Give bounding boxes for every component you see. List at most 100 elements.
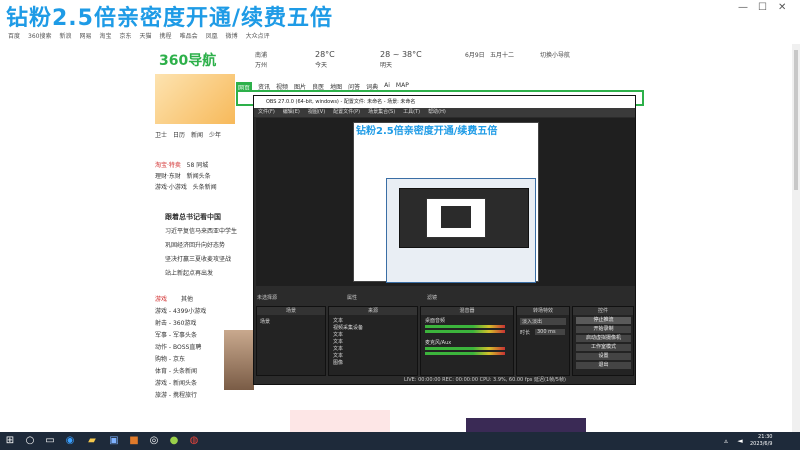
bookmark-item[interactable]: 淘宝 — [100, 31, 112, 40]
lunar-date-label: 五月十二 — [490, 52, 515, 59]
weather-temp-today: 28°C — [315, 50, 335, 59]
obs-menu-item[interactable]: 帮助(H) — [428, 108, 446, 117]
news-line[interactable]: 巩固经济回升向好态势 — [165, 240, 225, 249]
obs-menu-item[interactable]: 编辑(E) — [283, 108, 300, 117]
promo-banner[interactable] — [155, 74, 235, 124]
site-logo[interactable]: 360导航 — [159, 50, 216, 70]
virtual-camera-button[interactable]: 启动虚拟摄像机 — [576, 335, 631, 342]
maximize-icon[interactable]: ☐ — [758, 2, 767, 13]
scene-item[interactable]: 场景 — [260, 318, 270, 325]
store-icon[interactable]: ▣ — [108, 435, 120, 447]
bookmark-item[interactable]: 携程 — [160, 31, 172, 40]
obs-titlebar[interactable]: OBS 27.0.0 (64-bit, windows) - 配置文件: 未命名… — [254, 96, 635, 108]
left-link[interactable]: 头条新闻 — [193, 184, 217, 191]
bookmark-item[interactable]: 凤凰 — [206, 31, 218, 40]
windows-start-icon[interactable]: ⊞ — [4, 435, 16, 447]
duration-input[interactable]: 300 ms — [535, 329, 565, 335]
volume-icon[interactable]: ◄ — [734, 435, 746, 447]
bookmark-item[interactable]: 360搜索 — [28, 31, 51, 40]
source-item[interactable]: 文本 — [333, 345, 343, 352]
mixer-meter-mic — [425, 347, 505, 350]
source-item[interactable]: 视频采集设备 — [333, 324, 363, 331]
source-item[interactable]: 文本 — [333, 317, 343, 324]
obs-preview[interactable]: 钻粉2.5倍亲密度开通/续费五倍 — [256, 118, 635, 286]
lower-link[interactable]: 射击 - 360游戏 — [155, 318, 250, 330]
source-item[interactable]: 文本 — [333, 331, 343, 338]
obs-statusbar: LIVE: 00:00:00 REC: 00:00:00 CPU: 3.9%, … — [404, 377, 566, 383]
bookmark-item[interactable]: 唯品会 — [180, 31, 198, 40]
news-line[interactable]: 站上新起点再出发 — [165, 268, 213, 277]
search-icon[interactable]: ○ — [24, 435, 36, 447]
minimize-icon[interactable]: — — [738, 2, 748, 13]
weather-today-label: 今天 — [315, 62, 328, 69]
source-item[interactable]: 图像 — [333, 359, 343, 366]
news-thumbnail[interactable] — [224, 330, 254, 390]
scenes-dock: 场景 场景 — [256, 306, 326, 376]
bookmark-item[interactable]: 新浪 — [59, 31, 71, 40]
network-icon[interactable]: ▵ — [720, 435, 732, 447]
obs-menu-item[interactable]: 场景集合(S) — [368, 108, 395, 117]
game-promo-block[interactable] — [466, 418, 586, 432]
task-view-icon[interactable]: ▭ — [44, 435, 56, 447]
left-nav-item[interactable]: 卫士 — [155, 130, 167, 139]
scrollbar-thumb[interactable] — [794, 50, 798, 190]
left-link[interactable]: 新闻头条 — [187, 173, 211, 180]
exit-button[interactable]: 退出 — [576, 362, 631, 369]
nav-header: 360导航 南浦 万州 28°C 今天 28 ~ 38°C 明天 6月9日 五月… — [155, 44, 645, 74]
mixer-slider-mic[interactable] — [425, 352, 505, 355]
left-link[interactable]: 游戏·小游戏 — [155, 184, 187, 191]
bookmark-item[interactable]: 大众点评 — [246, 31, 270, 40]
weather-location[interactable]: 万州 — [255, 60, 267, 69]
bookmark-item[interactable]: 微博 — [226, 31, 238, 40]
left-link[interactable]: 淘宝·特卖 — [155, 162, 181, 169]
bookmark-item[interactable]: 百度 — [8, 31, 20, 40]
news-headline[interactable]: 跟着总书记看中国 — [165, 212, 221, 222]
bookmark-item[interactable]: 网易 — [79, 31, 91, 40]
obs-icon[interactable]: ◎ — [148, 435, 160, 447]
weather-temp-tomorrow: 28 ~ 38°C — [380, 50, 422, 59]
duration-label: 时长 — [520, 330, 531, 336]
left-nav-item[interactable]: 日历 — [173, 130, 185, 139]
transitions-dock: 转场特效 淡入淡出 时长 300 ms — [516, 306, 570, 376]
obs-menu-item[interactable]: 工具(T) — [403, 108, 420, 117]
clock-date: 2023/6/9 — [750, 441, 773, 447]
lower-tab[interactable]: 其他 — [181, 294, 193, 305]
properties-button[interactable]: 属性 — [347, 294, 357, 301]
lower-link[interactable]: 旅游 - 携程旅行 — [155, 390, 250, 402]
lower-link[interactable]: 游戏 - 4399小游戏 — [155, 306, 250, 318]
edge-browser-icon[interactable]: ◉ — [64, 435, 76, 447]
transition-select[interactable]: 淡入淡出 — [520, 318, 566, 325]
system-clock[interactable]: 21:30 2023/6/9 — [750, 434, 772, 448]
left-nav: 卫士 日历 新闻 少年 — [155, 130, 221, 139]
source-item[interactable]: 文本 — [333, 338, 343, 345]
mixer-slider-desktop[interactable] — [425, 330, 505, 333]
left-links: 淘宝·特卖 58 同城 理财·东财 新闻头条 游戏·小游戏 头条新闻 — [155, 160, 250, 193]
start-recording-button[interactable]: 开始录制 — [576, 326, 631, 333]
obs-menu-item[interactable]: 文件(F) — [258, 108, 275, 117]
lower-tab[interactable]: 游戏 — [155, 294, 167, 305]
bookmark-item[interactable]: 京东 — [120, 31, 132, 40]
chrome-icon[interactable]: ◍ — [188, 435, 200, 447]
360-browser-icon[interactable]: ● — [168, 435, 180, 447]
bookmark-item[interactable]: 天猫 — [140, 31, 152, 40]
source-item[interactable]: 文本 — [333, 352, 343, 359]
close-icon[interactable]: ✕ — [778, 2, 786, 13]
bookmarks-bar: 百度 360搜索 新浪 网易 淘宝 京东 天猫 携程 唯品会 凤凰 微博 大众点… — [0, 28, 800, 42]
news-line[interactable]: 习近平复信马来西亚中学生 — [165, 226, 237, 235]
left-nav-item[interactable]: 少年 — [209, 130, 221, 139]
news-line[interactable]: 坚决打赢三夏收麦攻坚战 — [165, 254, 231, 263]
file-explorer-icon[interactable]: ▰ — [86, 435, 98, 447]
app-icon[interactable]: ■ — [128, 435, 140, 447]
studio-mode-button[interactable]: 工作室模式 — [576, 344, 631, 351]
date-label: 6月9日 — [465, 52, 485, 59]
obs-menu-item[interactable]: 配置文件(P) — [333, 108, 360, 117]
left-nav-item[interactable]: 新闻 — [191, 130, 203, 139]
stop-streaming-button[interactable]: 停止推流 — [576, 317, 631, 324]
filters-button[interactable]: 滤镜 — [427, 294, 437, 301]
left-link[interactable]: 理财·东财 — [155, 173, 181, 180]
news-promo-block[interactable] — [290, 410, 390, 432]
switch-nav-link[interactable]: 切换小导航 — [540, 50, 570, 59]
settings-button[interactable]: 设置 — [576, 353, 631, 360]
obs-menu-item[interactable]: 视图(V) — [308, 108, 325, 117]
left-link[interactable]: 58 同城 — [187, 162, 209, 169]
